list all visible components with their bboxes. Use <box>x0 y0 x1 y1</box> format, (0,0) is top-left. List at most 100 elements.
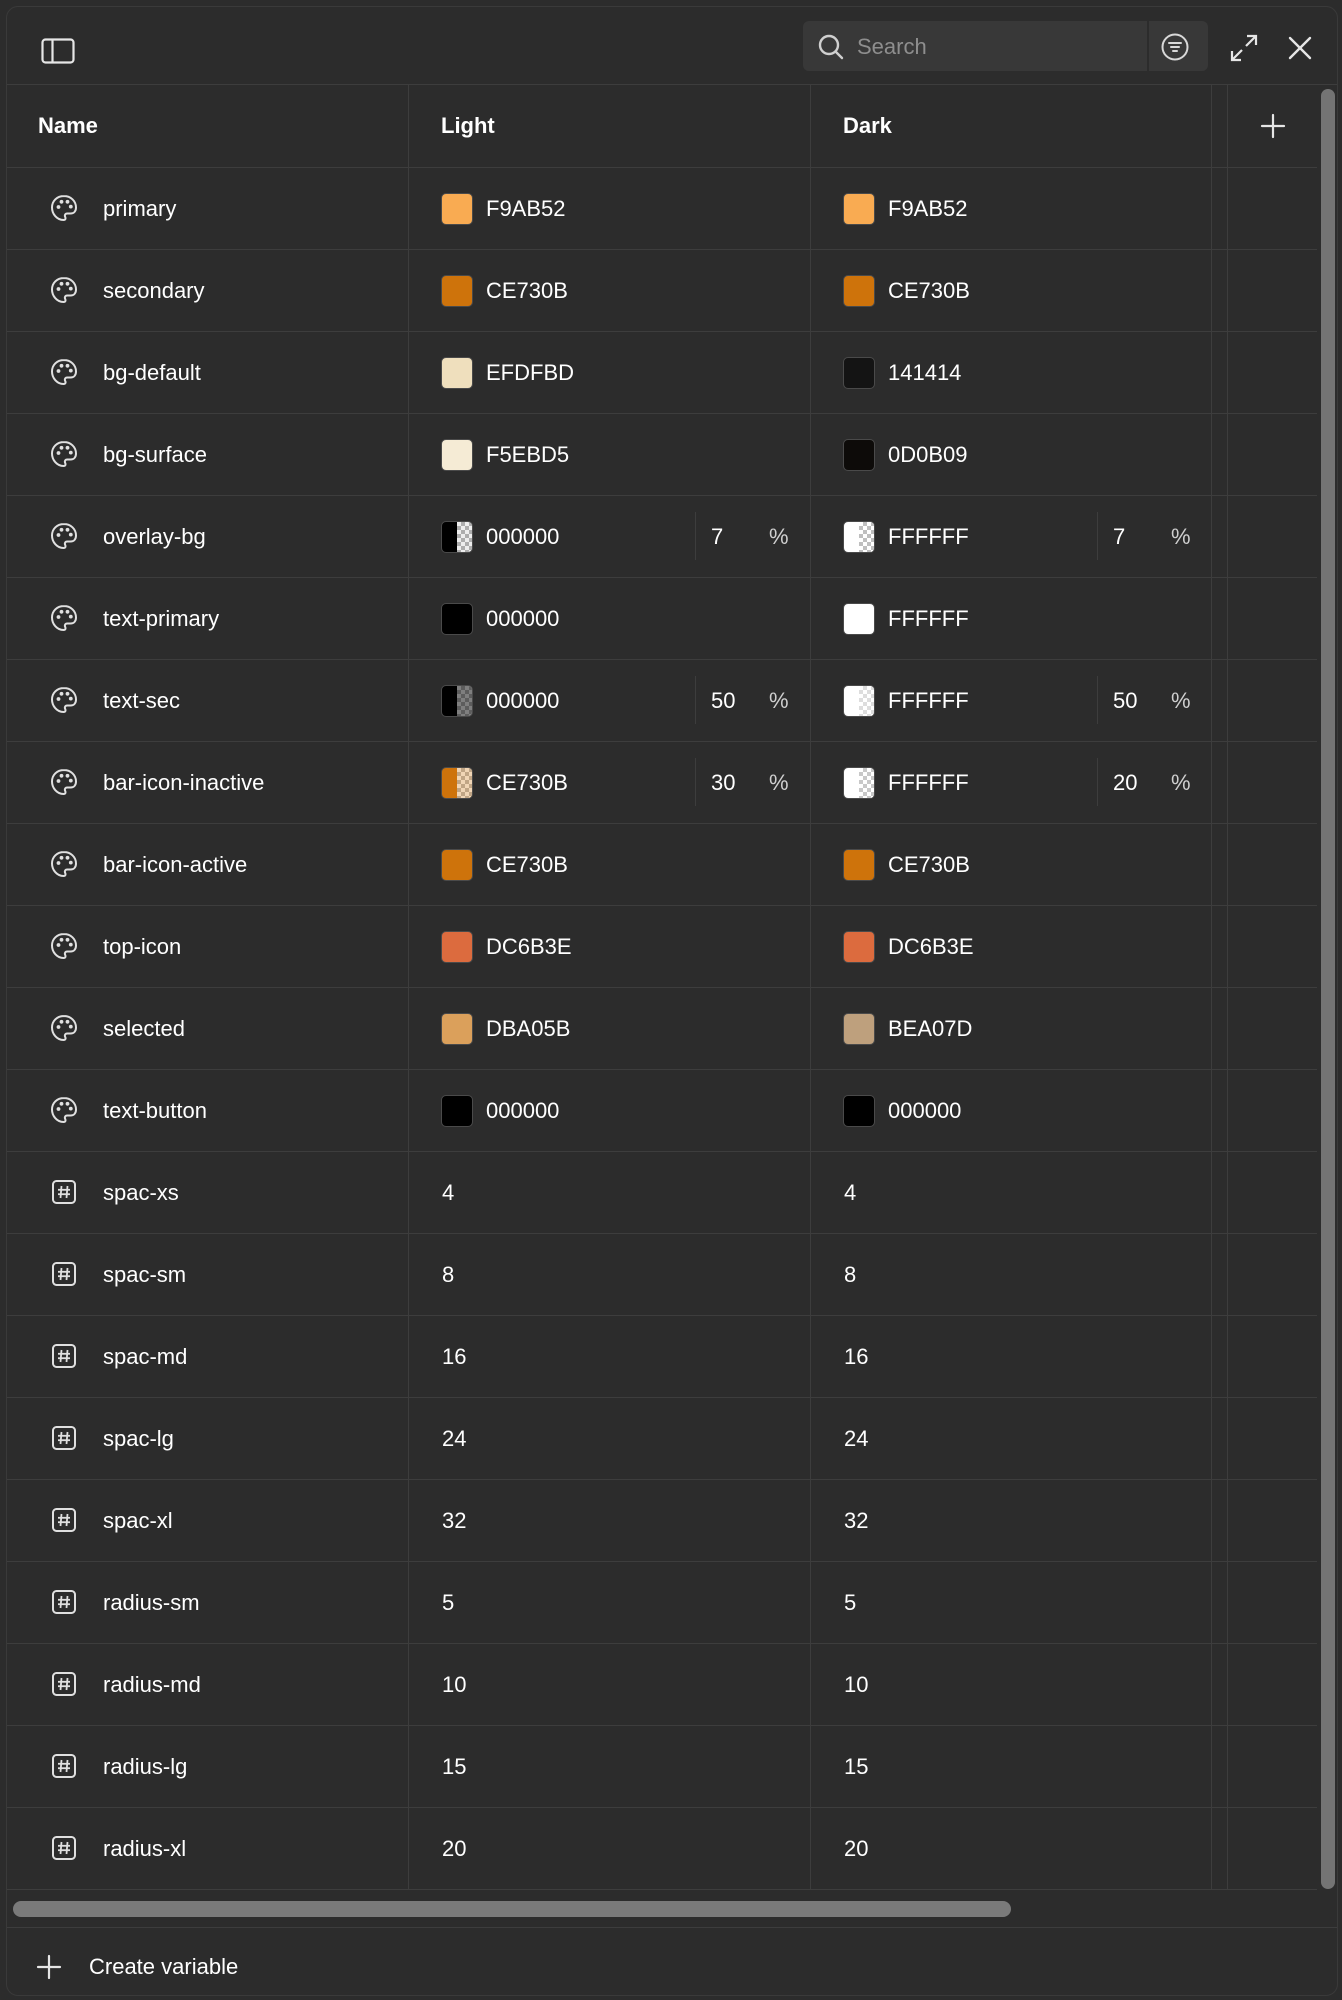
number-value[interactable]: 5 <box>442 1590 454 1616</box>
dark-value-cell[interactable]: 141414 <box>811 332 1212 413</box>
color-swatch[interactable] <box>843 848 875 881</box>
color-swatch[interactable] <box>843 1094 875 1127</box>
color-swatch[interactable] <box>441 684 473 717</box>
hex-value[interactable]: DC6B3E <box>486 934 572 960</box>
variable-name-cell[interactable]: text-primary <box>7 578 409 659</box>
hex-value[interactable]: DBA05B <box>486 1016 570 1042</box>
variable-name-cell[interactable]: bg-default <box>7 332 409 413</box>
table-row[interactable]: spac-sm 8 8 <box>7 1234 1317 1316</box>
hex-value[interactable]: BEA07D <box>888 1016 972 1042</box>
light-value-cell[interactable]: DC6B3E <box>409 906 811 987</box>
light-value-cell[interactable]: 8 <box>409 1234 811 1315</box>
color-swatch[interactable] <box>441 602 473 635</box>
hex-value[interactable]: 000000 <box>486 606 559 632</box>
color-swatch[interactable] <box>441 520 473 553</box>
variable-name-cell[interactable]: spac-sm <box>7 1234 409 1315</box>
alpha-value[interactable]: 50 <box>711 688 735 714</box>
hex-value[interactable]: 141414 <box>888 360 961 386</box>
hex-value[interactable]: 000000 <box>486 688 559 714</box>
table-row[interactable]: bg-surface F5EBD5 0D0B09 <box>7 414 1317 496</box>
variable-name-cell[interactable]: radius-md <box>7 1644 409 1725</box>
table-row[interactable]: secondary CE730B CE730B <box>7 250 1317 332</box>
light-value-cell[interactable]: 15 <box>409 1726 811 1807</box>
table-row[interactable]: spac-xs 4 4 <box>7 1152 1317 1234</box>
alpha-value[interactable]: 7 <box>1113 524 1125 550</box>
number-value[interactable]: 15 <box>844 1754 868 1780</box>
light-value-cell[interactable]: CE730B <box>409 250 811 331</box>
hex-value[interactable]: CE730B <box>486 770 568 796</box>
light-value-cell[interactable]: F5EBD5 <box>409 414 811 495</box>
expand-icon[interactable] <box>1229 33 1259 63</box>
number-value[interactable]: 16 <box>844 1344 868 1370</box>
color-swatch[interactable] <box>441 848 473 881</box>
color-swatch[interactable] <box>441 192 473 225</box>
hex-value[interactable]: CE730B <box>888 278 970 304</box>
color-swatch[interactable] <box>843 684 875 717</box>
hex-value[interactable]: FFFFFF <box>888 770 969 796</box>
filter-button[interactable] <box>1157 29 1193 65</box>
hex-value[interactable]: F9AB52 <box>486 196 566 222</box>
light-value-cell[interactable]: F9AB52 <box>409 168 811 249</box>
dark-value-cell[interactable]: BEA07D <box>811 988 1212 1069</box>
number-value[interactable]: 24 <box>844 1426 868 1452</box>
dark-value-cell[interactable]: 16 <box>811 1316 1212 1397</box>
column-header-light[interactable]: Light <box>409 85 811 167</box>
number-value[interactable]: 20 <box>442 1836 466 1862</box>
number-value[interactable]: 32 <box>442 1508 466 1534</box>
alpha-value[interactable]: 7 <box>711 524 723 550</box>
number-value[interactable]: 15 <box>442 1754 466 1780</box>
hex-value[interactable]: FFFFFF <box>888 688 969 714</box>
hex-value[interactable]: FFFFFF <box>888 524 969 550</box>
table-row[interactable]: spac-xl 32 32 <box>7 1480 1317 1562</box>
dark-value-cell[interactable]: 10 <box>811 1644 1212 1725</box>
dark-value-cell[interactable]: 8 <box>811 1234 1212 1315</box>
light-value-cell[interactable]: EFDFBD <box>409 332 811 413</box>
dark-value-cell[interactable]: FFFFFF 20% <box>811 742 1212 823</box>
dark-value-cell[interactable]: 000000 <box>811 1070 1212 1151</box>
variable-name-cell[interactable]: text-sec <box>7 660 409 741</box>
number-value[interactable]: 8 <box>442 1262 454 1288</box>
hex-value[interactable]: 000000 <box>888 1098 961 1124</box>
table-row[interactable]: radius-sm 5 5 <box>7 1562 1317 1644</box>
color-swatch[interactable] <box>441 766 473 799</box>
table-row[interactable]: radius-md 10 10 <box>7 1644 1317 1726</box>
table-row[interactable]: spac-lg 24 24 <box>7 1398 1317 1480</box>
alpha-value[interactable]: 30 <box>711 770 735 796</box>
variable-name-cell[interactable]: spac-md <box>7 1316 409 1397</box>
light-value-cell[interactable]: 20 <box>409 1808 811 1889</box>
dark-value-cell[interactable]: 32 <box>811 1480 1212 1561</box>
number-value[interactable]: 10 <box>844 1672 868 1698</box>
hex-value[interactable]: 0D0B09 <box>888 442 968 468</box>
column-header-name[interactable]: Name <box>7 85 409 167</box>
number-value[interactable]: 24 <box>442 1426 466 1452</box>
light-value-cell[interactable]: DBA05B <box>409 988 811 1069</box>
search-input[interactable] <box>855 27 1149 67</box>
create-variable-button[interactable]: Create variable <box>35 1947 238 1987</box>
table-row[interactable]: top-icon DC6B3E DC6B3E <box>7 906 1317 988</box>
hex-value[interactable]: FFFFFF <box>888 606 969 632</box>
light-value-cell[interactable]: CE730B <box>409 824 811 905</box>
variable-name-cell[interactable]: bg-surface <box>7 414 409 495</box>
color-swatch[interactable] <box>843 1012 875 1045</box>
dark-value-cell[interactable]: 24 <box>811 1398 1212 1479</box>
number-value[interactable]: 32 <box>844 1508 868 1534</box>
number-value[interactable]: 4 <box>442 1180 454 1206</box>
light-value-cell[interactable]: 000000 <box>409 578 811 659</box>
dark-value-cell[interactable]: 20 <box>811 1808 1212 1889</box>
color-swatch[interactable] <box>843 520 875 553</box>
color-swatch[interactable] <box>441 1012 473 1045</box>
variable-name-cell[interactable]: radius-xl <box>7 1808 409 1889</box>
table-row[interactable]: bar-icon-active CE730B CE730B <box>7 824 1317 906</box>
variable-name-cell[interactable]: secondary <box>7 250 409 331</box>
variable-name-cell[interactable]: bar-icon-inactive <box>7 742 409 823</box>
color-swatch[interactable] <box>843 766 875 799</box>
table-row[interactable]: overlay-bg 000000 7% FFFFFF 7% <box>7 496 1317 578</box>
color-swatch[interactable] <box>843 930 875 963</box>
number-value[interactable]: 8 <box>844 1262 856 1288</box>
color-swatch[interactable] <box>441 1094 473 1127</box>
dark-value-cell[interactable]: CE730B <box>811 824 1212 905</box>
table-row[interactable]: radius-xl 20 20 <box>7 1808 1317 1890</box>
variable-name-cell[interactable]: spac-lg <box>7 1398 409 1479</box>
table-row[interactable]: radius-lg 15 15 <box>7 1726 1317 1808</box>
hex-value[interactable]: CE730B <box>486 278 568 304</box>
